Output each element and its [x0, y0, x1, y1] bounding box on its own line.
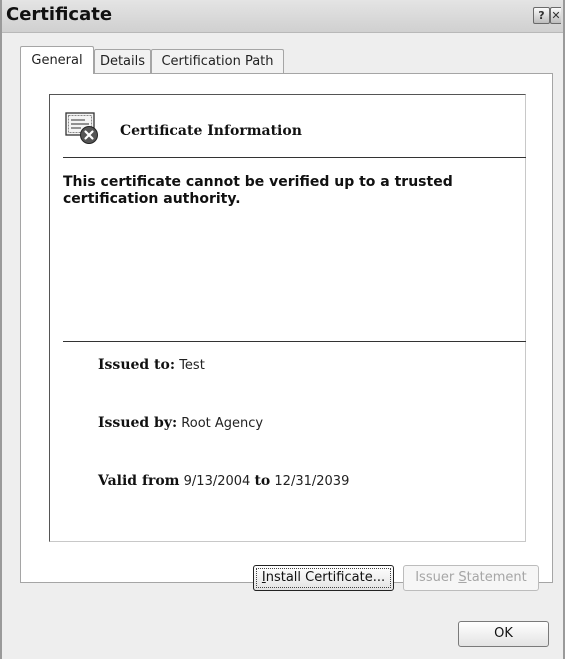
valid-to-value: 12/31/2039	[274, 474, 350, 489]
issued-by-row: Issued by: Root Agency	[98, 415, 263, 431]
help-button[interactable]: ?	[533, 7, 550, 24]
issuer-label-pre: Issuer	[415, 570, 459, 585]
issuer-accelerator: S	[458, 570, 467, 585]
certificate-error-icon	[65, 112, 98, 144]
close-button[interactable]: ✕	[550, 7, 561, 24]
verification-warning-text: This certificate cannot be verified up t…	[63, 174, 453, 207]
certificate-dialog: Certificate ? ✕ General Details Certific…	[0, 0, 565, 659]
window-title: Certificate	[6, 4, 113, 25]
issued-by-label: Issued by:	[98, 415, 178, 431]
install-certificate-button[interactable]: Install Certificate...	[253, 565, 394, 591]
tab-details[interactable]: Details	[94, 49, 151, 73]
tab-certification-path[interactable]: Certification Path	[151, 49, 284, 73]
ok-button[interactable]: OK	[458, 621, 549, 647]
install-label: nstall Certificate...	[265, 570, 386, 585]
issued-to-row: Issued to: Test	[98, 357, 205, 373]
valid-from-value: 9/13/2004	[183, 474, 251, 489]
tab-general[interactable]: General	[20, 46, 94, 74]
issuer-statement-button[interactable]: Issuer Statement	[403, 565, 539, 591]
divider	[63, 341, 526, 342]
valid-to-label: to	[254, 473, 271, 489]
certificate-information-heading: Certificate Information	[120, 123, 302, 139]
validity-row: Valid from 9/13/2004 to 12/31/2039	[98, 473, 349, 489]
valid-from-label: Valid from	[98, 473, 180, 489]
general-tab-panel: Certificate Information This certificate…	[20, 73, 553, 591]
issued-to-label: Issued to:	[98, 357, 176, 373]
issued-by-value: Root Agency	[181, 416, 264, 431]
certificate-info-box: Certificate Information This certificate…	[49, 94, 526, 542]
title-bar[interactable]: Certificate ? ✕	[2, 0, 563, 33]
issued-to-value: Test	[179, 358, 205, 373]
issuer-label-post: tatement	[466, 570, 527, 585]
divider	[63, 157, 526, 158]
